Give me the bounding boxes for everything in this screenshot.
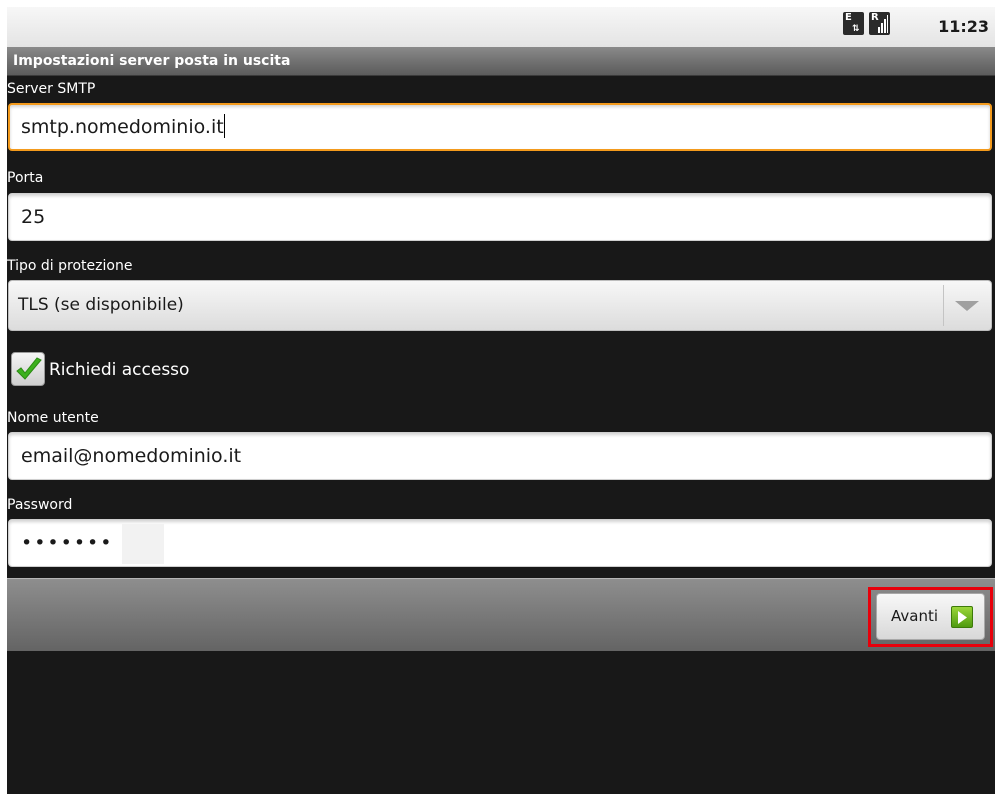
port-input[interactable]: 25 <box>8 193 992 241</box>
signal-bars-icon <box>878 15 888 33</box>
checkmark-icon <box>16 357 42 380</box>
username-input[interactable]: email@nomedominio.it <box>8 432 992 480</box>
page-title: Impostazioni server posta in uscita <box>13 53 291 69</box>
password-label: Password <box>7 497 73 513</box>
signal-strength-icon: R <box>869 12 890 35</box>
dropdown-divider <box>943 285 944 326</box>
security-type-label: Tipo di protezione <box>7 258 133 274</box>
security-type-selected: TLS (se disponibile) <box>18 295 184 315</box>
text-cursor <box>223 114 225 138</box>
bottom-button-bar <box>7 578 995 651</box>
require-login-label[interactable]: Richiedi accesso <box>49 360 189 380</box>
right-arrow-icon <box>951 606 973 628</box>
title-bar: Impostazioni server posta in uscita <box>7 47 995 76</box>
data-arrows-icon: ⇅ <box>852 24 860 34</box>
android-screen: E ⇅ R 11:23 Impostazioni server posta in… <box>7 7 995 794</box>
smtp-server-value: smtp.nomedominio.it <box>21 116 224 138</box>
mobile-data-icon: E ⇅ <box>843 12 864 35</box>
smtp-server-input[interactable]: smtp.nomedominio.it <box>8 103 992 151</box>
next-button[interactable]: Avanti <box>876 593 985 640</box>
password-input[interactable]: ••••••• <box>8 519 992 567</box>
password-masked-value: ••••••• <box>21 532 114 554</box>
chevron-down-icon <box>955 301 979 311</box>
mobile-data-letter: E <box>845 12 852 23</box>
status-bar: E ⇅ R 11:23 <box>7 7 995 47</box>
smtp-server-label: Server SMTP <box>7 81 96 97</box>
status-time: 11:23 <box>938 17 989 36</box>
password-blur <box>122 524 164 564</box>
port-value: 25 <box>21 206 46 228</box>
username-value: email@nomedominio.it <box>21 445 242 467</box>
port-label: Porta <box>7 170 44 186</box>
username-label: Nome utente <box>7 410 99 426</box>
next-button-label: Avanti <box>891 607 939 625</box>
security-type-dropdown[interactable]: TLS (se disponibile) <box>8 280 992 331</box>
require-login-checkbox[interactable] <box>11 352 45 386</box>
